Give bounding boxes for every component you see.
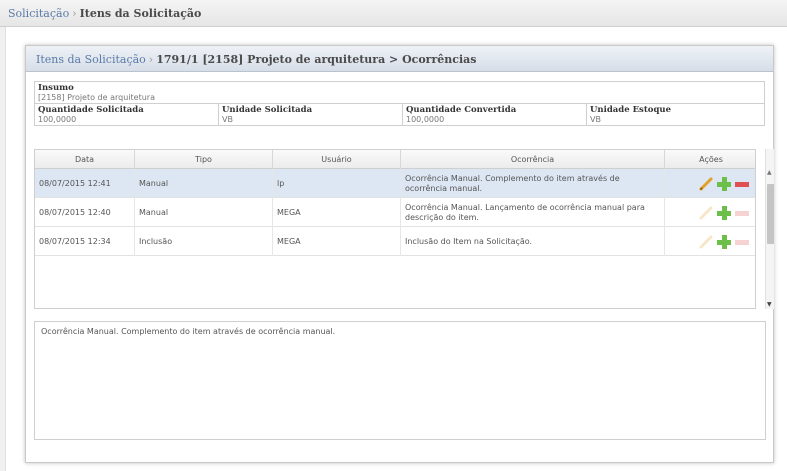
quantidade-solicitada-label: Quantidade Solicitada (38, 105, 144, 115)
cell-actions (665, 169, 755, 198)
cell-ocorrencia: Inclusão do Item na Solicitação. (401, 227, 665, 256)
column-header-usuario[interactable]: Usuário (273, 150, 401, 169)
table-row[interactable]: 08/07/2015 12:40 Manual MEGA Ocorrência … (35, 198, 755, 227)
insumo-value: [2158] Projeto de arquitetura (38, 93, 155, 102)
cell-actions (665, 198, 755, 227)
unidade-estoque-cell: Unidade Estoque VB (586, 104, 766, 126)
unidade-estoque-label: Unidade Estoque (590, 105, 671, 115)
quantidade-convertida-value: 100,0000 (406, 115, 445, 124)
pencil-icon (698, 234, 714, 250)
plus-icon[interactable] (716, 205, 732, 221)
cell-data: 08/07/2015 12:41 (35, 169, 135, 198)
quantidade-solicitada-value: 100,0000 (38, 115, 77, 124)
unidade-solicitada-cell: Unidade Solicitada VB (218, 104, 402, 126)
item-info-box: Insumo [2158] Projeto de arquitetura Qua… (34, 81, 765, 126)
occurrence-detail-text: Ocorrência Manual. Complemento do item a… (34, 321, 766, 440)
left-side-strip (0, 27, 6, 471)
cell-tipo: Inclusão (135, 227, 273, 256)
cell-data: 08/07/2015 12:40 (35, 198, 135, 227)
cell-actions (665, 227, 755, 256)
panel-title: Itens da Solicitação › 1791/1 [2158] Proje… (36, 53, 476, 66)
unidade-solicitada-value: VB (222, 115, 233, 124)
pencil-icon[interactable] (698, 176, 714, 192)
quantidade-convertida-cell: Quantidade Convertida 100,0000 (402, 104, 586, 126)
occurrences-grid: Data Tipo Usuário Ocorrência Ações 08/07… (34, 149, 756, 309)
insumo-label: Insumo (38, 83, 74, 93)
grid-scrollbar[interactable]: ▲ ▼ (765, 149, 774, 309)
cell-tipo: Manual (135, 169, 273, 198)
panel-header: Itens da Solicitação › 1791/1 [2158] Proje… (26, 46, 773, 72)
scroll-down-icon[interactable]: ▼ (767, 301, 772, 308)
cell-tipo: Manual (135, 198, 273, 227)
insumo-row: Insumo [2158] Projeto de arquitetura (35, 82, 764, 104)
column-header-data[interactable]: Data (35, 150, 135, 169)
column-header-tipo[interactable]: Tipo (135, 150, 273, 169)
table-row[interactable]: 08/07/2015 12:34 Inclusão MEGA Inclusão … (35, 227, 755, 256)
plus-icon[interactable] (716, 234, 732, 250)
breadcrumb-link-solicitacao[interactable]: Solicitação (8, 7, 69, 20)
grid-header: Data Tipo Usuário Ocorrência Ações (35, 150, 755, 169)
unidade-estoque-value: VB (590, 115, 601, 124)
breadcrumb-separator: › (72, 7, 77, 20)
cell-usuario: lp (273, 169, 401, 198)
unidade-solicitada-label: Unidade Solicitada (222, 105, 313, 115)
cell-ocorrencia: Ocorrência Manual. Complemento do item a… (401, 169, 665, 198)
plus-icon[interactable] (716, 176, 732, 192)
minus-icon (734, 234, 750, 250)
panel-breadcrumb-current: 1791/1 [2158] Projeto de arquitetura > O… (156, 53, 477, 66)
column-header-acoes: Ações (699, 155, 723, 164)
table-row[interactable]: 08/07/2015 12:41 Manual lp Ocorrência Ma… (35, 169, 755, 198)
quantidade-convertida-label: Quantidade Convertida (406, 105, 517, 115)
insumo-cell: Insumo [2158] Projeto de arquitetura (35, 82, 764, 104)
occurrences-panel: Itens da Solicitação › 1791/1 [2158] Proje… (25, 45, 774, 463)
minus-icon[interactable] (734, 176, 750, 192)
quantidade-solicitada-cell: Quantidade Solicitada 100,0000 (35, 104, 218, 126)
breadcrumb: Solicitação › Itens da Solicitação (8, 7, 201, 20)
cell-data: 08/07/2015 12:34 (35, 227, 135, 256)
breadcrumb-current: Itens da Solicitação (79, 7, 202, 20)
column-header-ocorrencia[interactable]: Ocorrência (401, 150, 665, 169)
panel-breadcrumb-separator: › (148, 53, 154, 66)
panel-breadcrumb-link-itens[interactable]: Itens da Solicitação (36, 53, 146, 66)
scroll-up-icon[interactable]: ▲ (767, 169, 772, 176)
top-bar: Solicitação › Itens da Solicitação (0, 0, 787, 27)
scrollbar-thumb[interactable] (767, 184, 774, 244)
quantities-row: Quantidade Solicitada 100,0000 Unidade S… (35, 104, 764, 126)
cell-usuario: MEGA (273, 227, 401, 256)
minus-icon (734, 205, 750, 221)
cell-ocorrencia: Ocorrência Manual. Lançamento de ocorrên… (401, 198, 665, 227)
pencil-icon (698, 205, 714, 221)
cell-usuario: MEGA (273, 198, 401, 227)
